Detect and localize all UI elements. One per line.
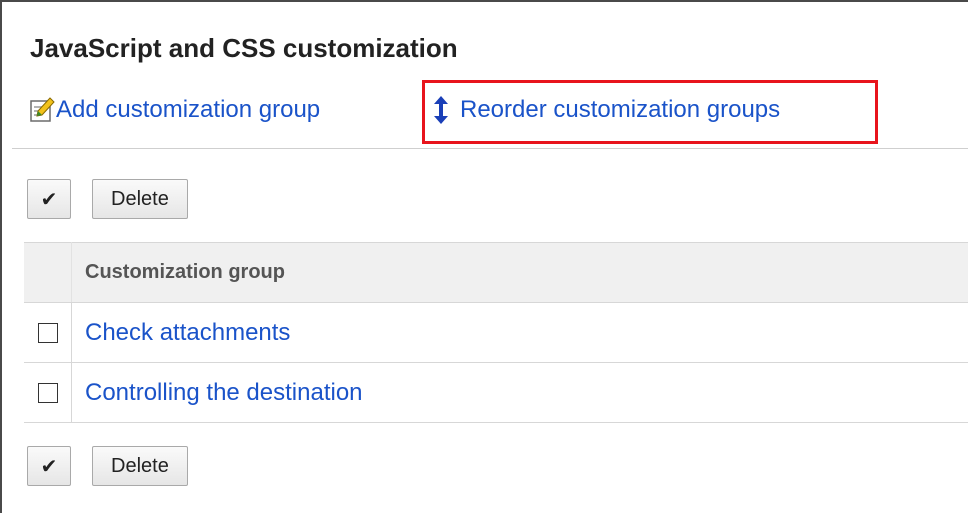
divider bbox=[12, 148, 968, 149]
panel: JavaScript and CSS customization Add cus… bbox=[0, 0, 968, 513]
page-title: JavaScript and CSS customization bbox=[30, 33, 458, 63]
group-name-cell: Check attachments bbox=[71, 302, 968, 363]
row-checkbox[interactable] bbox=[37, 323, 58, 344]
header-checkbox-cell bbox=[24, 242, 72, 303]
row-checkbox[interactable] bbox=[37, 383, 58, 404]
table-row: Check attachments bbox=[24, 302, 968, 363]
group-link[interactable]: Check attachments bbox=[85, 319, 290, 346]
reorder-arrows-icon bbox=[430, 95, 452, 125]
toolbar-bottom: ✔ Delete bbox=[27, 446, 188, 486]
group-name-cell: Controlling the destination bbox=[71, 362, 968, 423]
edit-note-icon bbox=[28, 96, 56, 124]
row-checkbox-cell bbox=[24, 362, 72, 423]
reorder-action: Reorder customization groups bbox=[430, 92, 780, 128]
group-link[interactable]: Controlling the destination bbox=[85, 379, 363, 406]
add-customization-group-label: Add customization group bbox=[56, 96, 321, 123]
check-all-button[interactable]: ✔ bbox=[27, 446, 71, 486]
action-bar: Add customization group bbox=[28, 92, 350, 128]
toolbar-top: ✔ Delete bbox=[27, 179, 188, 219]
table-header-row: Customization group bbox=[24, 242, 968, 303]
customization-group-table: Customization group Check attachments Co… bbox=[24, 242, 968, 423]
table-row: Controlling the destination bbox=[24, 362, 968, 423]
add-customization-group-link[interactable]: Add customization group bbox=[28, 96, 320, 124]
row-checkbox-cell bbox=[24, 302, 72, 363]
delete-button[interactable]: Delete bbox=[92, 179, 188, 219]
column-header-customization-group: Customization group bbox=[71, 242, 968, 303]
reorder-customization-groups-label: Reorder customization groups bbox=[460, 96, 781, 123]
reorder-customization-groups-link[interactable]: Reorder customization groups bbox=[430, 95, 780, 125]
check-all-button[interactable]: ✔ bbox=[27, 179, 71, 219]
delete-button[interactable]: Delete bbox=[92, 446, 188, 486]
